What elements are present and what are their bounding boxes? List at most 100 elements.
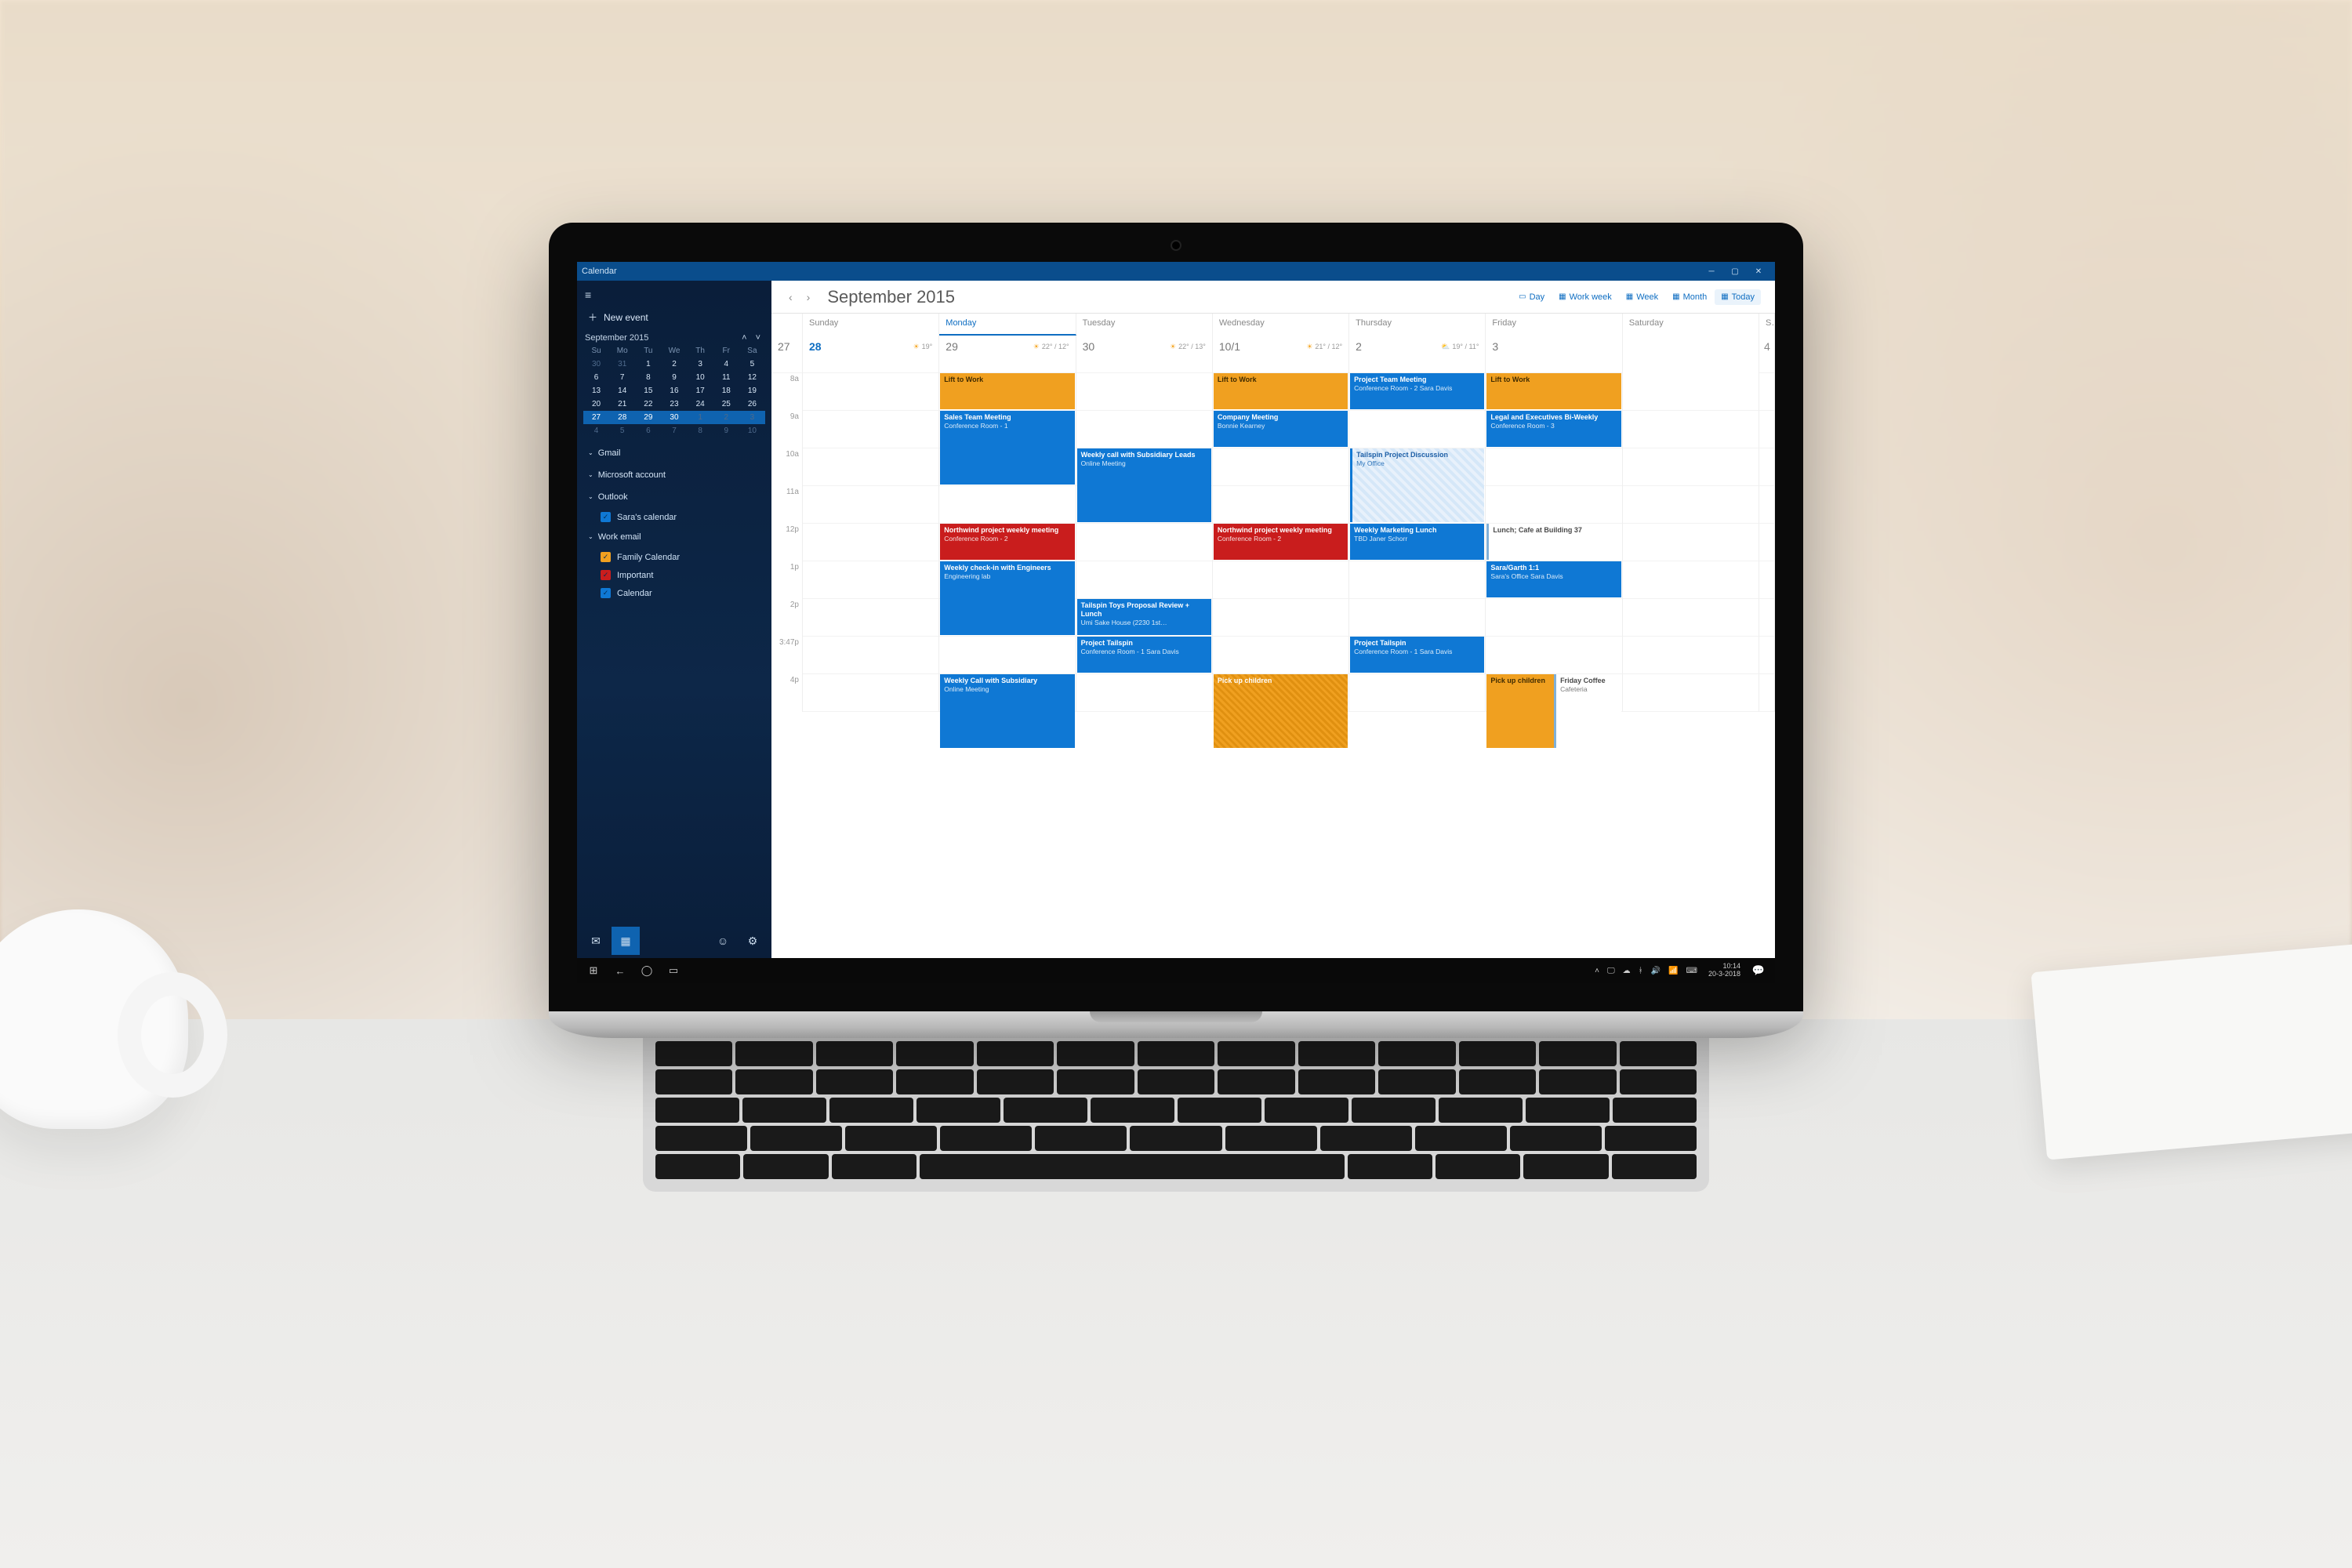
settings-icon[interactable]: ⚙	[739, 927, 767, 955]
mini-calendar[interactable]: SuMoTuWeThFrSa30311234567891011121314151…	[577, 344, 771, 442]
tray-keyboard-icon[interactable]: ⌨	[1686, 967, 1697, 975]
hour-cell[interactable]	[1076, 561, 1213, 599]
calendar-event[interactable]: Sara/Garth 1:1Sara's Office Sara Davis	[1486, 561, 1621, 597]
hour-cell[interactable]: Project Team MeetingConference Room - 2 …	[1349, 373, 1486, 411]
hour-cell[interactable]: Lunch; Cafe at Building 37	[1486, 524, 1622, 561]
feedback-icon[interactable]: ☺	[709, 927, 737, 955]
hour-cell[interactable]	[1759, 411, 1775, 448]
calendar-event[interactable]: Tailspin Toys Proposal Review + LunchUmi…	[1077, 599, 1211, 635]
calendar-event[interactable]: Northwind project weekly meetingConferen…	[940, 524, 1074, 560]
calendar-event[interactable]: Lift to Work	[1486, 373, 1621, 409]
maximize-button[interactable]: ▢	[1723, 262, 1747, 281]
mini-cal-next[interactable]: ˅	[753, 333, 764, 343]
date-cell[interactable]: 3	[1486, 336, 1622, 373]
hour-cell[interactable]	[1076, 373, 1213, 411]
hour-cell[interactable]: Legal and Executives Bi-WeeklyConference…	[1486, 411, 1622, 448]
tray-onedrive-icon[interactable]: ☁	[1623, 967, 1631, 975]
checkbox-icon[interactable]: ✓	[601, 552, 611, 562]
hour-cell[interactable]	[1076, 524, 1213, 561]
hour-cell[interactable]	[1759, 448, 1775, 486]
hour-cell[interactable]	[803, 524, 939, 561]
hour-cell[interactable]: Tailspin Project DiscussionMy Office	[1349, 448, 1486, 486]
hour-cell[interactable]: Weekly Call with SubsidiaryOnline Meetin…	[939, 674, 1076, 712]
hour-cell[interactable]	[1213, 637, 1349, 674]
account-outlook[interactable]: ⌄Outlook	[577, 486, 771, 508]
hour-cell[interactable]	[939, 637, 1076, 674]
hour-cell[interactable]: Tailspin Toys Proposal Review + LunchUmi…	[1076, 599, 1213, 637]
hour-cell[interactable]: Company MeetingBonnie Kearney	[1213, 411, 1349, 448]
hour-cell[interactable]	[1076, 411, 1213, 448]
checkbox-icon[interactable]: ✓	[601, 570, 611, 580]
date-cell[interactable]: 28☀19°	[803, 336, 939, 373]
hour-cell[interactable]	[1076, 674, 1213, 712]
tray-wifi-icon[interactable]: 📶	[1668, 967, 1678, 975]
hour-cell[interactable]	[1213, 599, 1349, 637]
view-day[interactable]: ▭Day	[1512, 289, 1551, 305]
hour-cell[interactable]	[939, 599, 1076, 637]
hour-cell[interactable]	[803, 561, 939, 599]
hour-cell[interactable]	[803, 599, 939, 637]
hour-cell[interactable]: Northwind project weekly meetingConferen…	[1213, 524, 1349, 561]
hour-cell[interactable]: Project TailspinConference Room - 1 Sara…	[1076, 637, 1213, 674]
hour-cell[interactable]	[939, 448, 1076, 486]
hour-cell[interactable]	[803, 448, 939, 486]
calendar-event[interactable]: Lift to Work	[940, 373, 1074, 409]
hamburger-icon[interactable]: ≡	[577, 285, 771, 304]
new-event-button[interactable]: ＋ New event	[577, 304, 771, 330]
calendar-event[interactable]: Weekly Call with SubsidiaryOnline Meetin…	[940, 674, 1074, 748]
calendar-event[interactable]: Lunch; Cafe at Building 37	[1486, 524, 1621, 560]
hour-cell[interactable]	[1486, 637, 1622, 674]
calendar-item[interactable]: ✓Important	[577, 566, 771, 584]
calendar-event[interactable]: Project Team MeetingConference Room - 2 …	[1350, 373, 1484, 409]
hour-cell[interactable]: Pick up children	[1213, 674, 1349, 712]
calendar-icon[interactable]: ▦	[612, 927, 640, 955]
hour-cell[interactable]: Sara/Garth 1:1Sara's Office Sara Davis	[1486, 561, 1622, 599]
hour-cell[interactable]	[1623, 448, 1759, 486]
hour-cell[interactable]	[1486, 599, 1622, 637]
hour-cell[interactable]	[1759, 599, 1775, 637]
mail-icon[interactable]: ✉	[582, 927, 610, 955]
calendar-event[interactable]: Northwind project weekly meetingConferen…	[1214, 524, 1348, 560]
hour-cell[interactable]	[1076, 486, 1213, 524]
hour-cell[interactable]: Weekly check-in with EngineersEngineerin…	[939, 561, 1076, 599]
hour-cell[interactable]	[1623, 411, 1759, 448]
calendar-event[interactable]: Lift to Work	[1214, 373, 1348, 409]
hour-cell[interactable]	[1759, 637, 1775, 674]
hour-cell[interactable]	[1623, 524, 1759, 561]
minimize-button[interactable]: ─	[1700, 262, 1723, 281]
account-gmail[interactable]: ⌄Gmail	[577, 442, 771, 464]
hour-cell[interactable]: Weekly Marketing LunchTBD Janer Schorr	[1349, 524, 1486, 561]
hour-cell[interactable]	[1486, 448, 1622, 486]
hour-cell[interactable]: Lift to Work	[1213, 373, 1349, 411]
hour-cell[interactable]: Sales Team MeetingConference Room - 1	[939, 411, 1076, 448]
calendar-item[interactable]: ✓Calendar	[577, 584, 771, 602]
hour-cell[interactable]: Weekly call with Subsidiary LeadsOnline …	[1076, 448, 1213, 486]
view-week[interactable]: ▦Week	[1620, 289, 1664, 305]
hour-cell[interactable]	[1623, 373, 1759, 411]
hour-cell[interactable]	[1213, 486, 1349, 524]
task-view-icon[interactable]: ▭	[660, 958, 687, 983]
back-button[interactable]: ←	[607, 958, 633, 983]
date-cell[interactable]: 27	[771, 336, 803, 373]
view-today[interactable]: ▦Today	[1715, 289, 1761, 305]
hour-cell[interactable]	[803, 674, 939, 712]
tray-up-icon[interactable]: ˄	[1595, 967, 1599, 975]
hour-cell[interactable]	[1486, 486, 1622, 524]
hour-cell[interactable]	[1213, 448, 1349, 486]
hour-cell[interactable]: Project TailspinConference Room - 1 Sara…	[1349, 637, 1486, 674]
hour-cell[interactable]	[1349, 486, 1486, 524]
next-week[interactable]: ›	[804, 288, 814, 307]
calendar-item[interactable]: ✓Sara's calendar	[577, 508, 771, 526]
hour-cell[interactable]	[1349, 561, 1486, 599]
notifications-icon[interactable]: 💬	[1745, 958, 1772, 983]
calendar-event[interactable]: Project TailspinConference Room - 1 Sara…	[1077, 637, 1211, 673]
hour-cell[interactable]	[1623, 561, 1759, 599]
hour-cell[interactable]: Lift to Work	[939, 373, 1076, 411]
account-microsoft-account[interactable]: ⌄Microsoft account	[577, 464, 771, 486]
hour-cell[interactable]	[803, 411, 939, 448]
hour-cell[interactable]	[1759, 373, 1775, 411]
hour-cell[interactable]	[1349, 599, 1486, 637]
calendar-grid[interactable]: 2728☀19°29☀22° / 12°30☀22° / 13°10/1☀21°…	[771, 336, 1775, 958]
calendar-event[interactable]: Project TailspinConference Room - 1 Sara…	[1350, 637, 1484, 673]
hour-cell[interactable]	[803, 486, 939, 524]
